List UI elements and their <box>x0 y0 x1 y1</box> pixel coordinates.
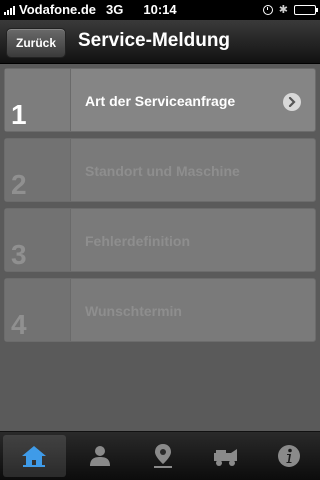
step-label: Wunschtermin <box>85 303 182 319</box>
page-title: Service-Meldung <box>78 30 231 51</box>
step-number: 1 <box>11 99 27 130</box>
step-number: 2 <box>11 169 27 200</box>
alarm-clock-icon <box>262 4 273 15</box>
info-icon <box>277 445 300 467</box>
navigation-bar: Zurück Service-Meldung <box>0 20 320 64</box>
step-number: 3 <box>11 239 27 270</box>
step-item-4: 4 Wunschtermin <box>4 278 316 342</box>
back-button[interactable]: Zurück <box>6 28 66 58</box>
tab-info[interactable] <box>257 432 320 480</box>
status-icons: ✱ <box>262 3 318 16</box>
step-number-box: 4 <box>5 279 71 341</box>
step-number: 4 <box>11 309 27 340</box>
step-label: Standort und Maschine <box>85 163 240 179</box>
steps-list: 1 Art der Serviceanfrage 2 Standort und … <box>4 68 316 348</box>
tab-machine[interactable] <box>194 432 257 480</box>
step-item-2: 2 Standort und Maschine <box>4 138 316 202</box>
step-label: Art der Serviceanfrage <box>85 93 236 109</box>
step-number-box: 3 <box>5 209 71 271</box>
step-number-box: 1 <box>5 69 71 131</box>
status-bar: Vodafone.de 3G 10:14 ✱ <box>0 0 320 20</box>
step-number-box: 2 <box>5 139 71 201</box>
tab-home[interactable] <box>3 435 66 477</box>
location-pin-icon <box>153 444 172 468</box>
tab-profile[interactable] <box>69 432 132 480</box>
step-item-3: 3 Fehlerdefinition <box>4 208 316 272</box>
tab-bar <box>0 431 320 480</box>
person-icon <box>90 446 111 466</box>
step-label: Fehlerdefinition <box>85 233 190 249</box>
chevron-right-icon[interactable] <box>283 93 301 111</box>
battery-icon <box>294 4 318 15</box>
machine-icon <box>213 449 237 466</box>
step-item-1[interactable]: 1 Art der Serviceanfrage <box>4 68 316 132</box>
home-icon <box>22 446 47 467</box>
bluetooth-icon: ✱ <box>278 4 288 16</box>
tab-location[interactable] <box>132 432 195 480</box>
